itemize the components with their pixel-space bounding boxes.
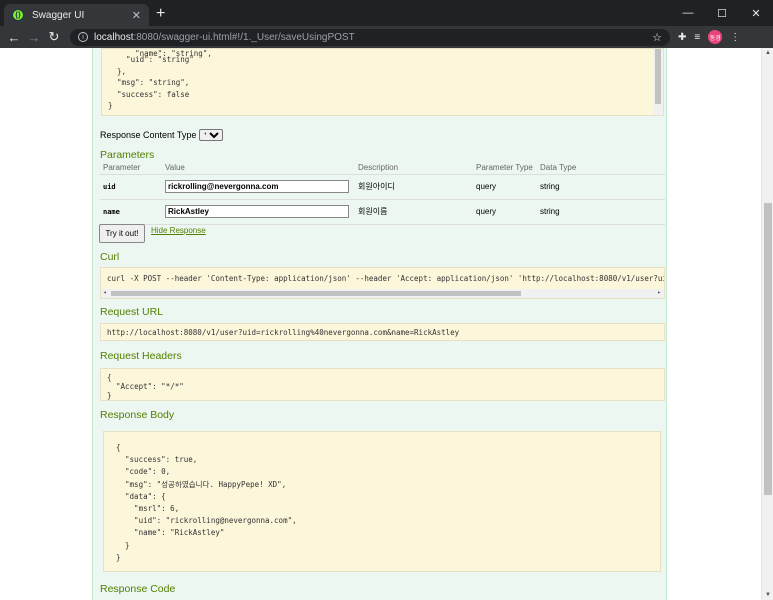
- code-line: },: [108, 66, 127, 76]
- param-type: query: [473, 199, 537, 225]
- request-url-heading: Request URL: [100, 306, 164, 318]
- tab-close-icon[interactable]: ✕: [132, 9, 141, 22]
- menu-icon[interactable]: ⋮: [730, 32, 740, 43]
- site-info-icon[interactable]: i: [78, 32, 88, 42]
- browser-toolbar: ← → ↻ i localhost:8080/swagger-ui.html#!…: [0, 26, 773, 48]
- curl-scrollbar[interactable]: ◂ ▸: [101, 289, 664, 298]
- url-host: localhost: [94, 31, 134, 43]
- media-queue-icon[interactable]: ≡: [694, 32, 700, 43]
- col-parameter-type: Parameter Type: [473, 162, 537, 175]
- param-data-type: string: [537, 199, 665, 225]
- scroll-left-icon[interactable]: ◂: [103, 289, 107, 296]
- uid-input[interactable]: [165, 180, 349, 193]
- curl-block: curl -X POST --header 'Content-Type: app…: [100, 267, 665, 299]
- response-body-heading: Response Body: [100, 409, 175, 421]
- scroll-down-icon[interactable]: ▼: [765, 592, 771, 598]
- request-url-block: http://localhost:8080/v1/user?uid=rickro…: [100, 323, 665, 341]
- forward-icon[interactable]: →: [24, 30, 44, 45]
- address-bar[interactable]: i localhost:8080/swagger-ui.html#!/1._Us…: [70, 28, 670, 46]
- new-tab-icon[interactable]: +: [156, 6, 165, 22]
- code-line: "msg": "string",: [108, 78, 190, 87]
- curl-heading: Curl: [100, 251, 120, 263]
- param-description: 회원이름: [355, 199, 473, 225]
- avatar[interactable]: 동경: [708, 30, 723, 44]
- curl-text: curl -X POST --header 'Content-Type: app…: [107, 274, 665, 283]
- name-input[interactable]: [165, 205, 349, 218]
- page-scrollbar[interactable]: ▲ ▼: [761, 48, 773, 600]
- swagger-favicon-icon: {}: [12, 9, 24, 21]
- param-description: 회원아이디: [355, 174, 473, 200]
- param-type: query: [473, 174, 537, 200]
- request-headers-block: { "Accept": "*/*" }: [100, 368, 665, 401]
- try-it-out-button[interactable]: Try it out!: [99, 224, 145, 243]
- response-code-heading: Response Code: [100, 583, 176, 595]
- code-line: "success": false: [108, 89, 190, 99]
- col-value: Value: [162, 162, 355, 175]
- tab-title: Swagger UI: [32, 9, 85, 21]
- table-row: uid 회원아이디 query string: [100, 174, 665, 200]
- code-scrollbar[interactable]: [653, 49, 663, 115]
- extensions-icon[interactable]: ✚: [678, 32, 686, 43]
- response-body-block: { "success": true, "code": 0, "msg": "성공…: [103, 431, 661, 572]
- page-viewport: "name": "string", "uid": "string" }, "ms…: [0, 48, 773, 600]
- window-controls: — ☐ ✕: [671, 0, 773, 26]
- param-data-type: string: [537, 174, 665, 200]
- code-line: "uid": "string": [108, 55, 194, 64]
- operation-panel: "name": "string", "uid": "string" }, "ms…: [92, 48, 667, 600]
- model-schema-code: "name": "string", "uid": "string" }, "ms…: [101, 48, 664, 116]
- scrollbar-thumb[interactable]: [764, 203, 772, 495]
- scroll-right-icon[interactable]: ▸: [657, 289, 661, 296]
- response-content-type-label: Response Content Type: [100, 130, 197, 140]
- scroll-up-icon[interactable]: ▲: [765, 50, 771, 56]
- parameters-heading: Parameters: [100, 149, 155, 161]
- maximize-icon[interactable]: ☐: [705, 0, 739, 26]
- browser-tab[interactable]: {} Swagger UI ✕: [4, 4, 149, 26]
- tab-strip: {} Swagger UI ✕ + — ☐ ✕: [0, 0, 773, 26]
- parameters-table: Parameter Value Description Parameter Ty…: [100, 162, 665, 225]
- response-content-type: Response Content Type */*: [100, 129, 224, 141]
- col-data-type: Data Type: [537, 162, 665, 175]
- table-row: name 회원이름 query string: [100, 199, 665, 225]
- col-description: Description: [355, 162, 473, 175]
- minimize-icon[interactable]: —: [671, 0, 705, 26]
- request-headers-heading: Request Headers: [100, 350, 182, 362]
- col-parameter: Parameter: [100, 162, 162, 175]
- code-line: }: [108, 101, 113, 110]
- bookmark-star-icon[interactable]: ☆: [652, 31, 662, 44]
- reload-icon[interactable]: ↻: [44, 29, 64, 45]
- param-name: name: [100, 199, 162, 225]
- hide-response-link[interactable]: Hide Response: [151, 226, 206, 235]
- url-path: :8080/swagger-ui.html#!/1._User/saveUsin…: [133, 31, 355, 43]
- param-name: uid: [100, 174, 162, 200]
- back-icon[interactable]: ←: [4, 30, 24, 45]
- close-window-icon[interactable]: ✕: [739, 0, 773, 26]
- response-content-type-select[interactable]: */*: [199, 129, 224, 141]
